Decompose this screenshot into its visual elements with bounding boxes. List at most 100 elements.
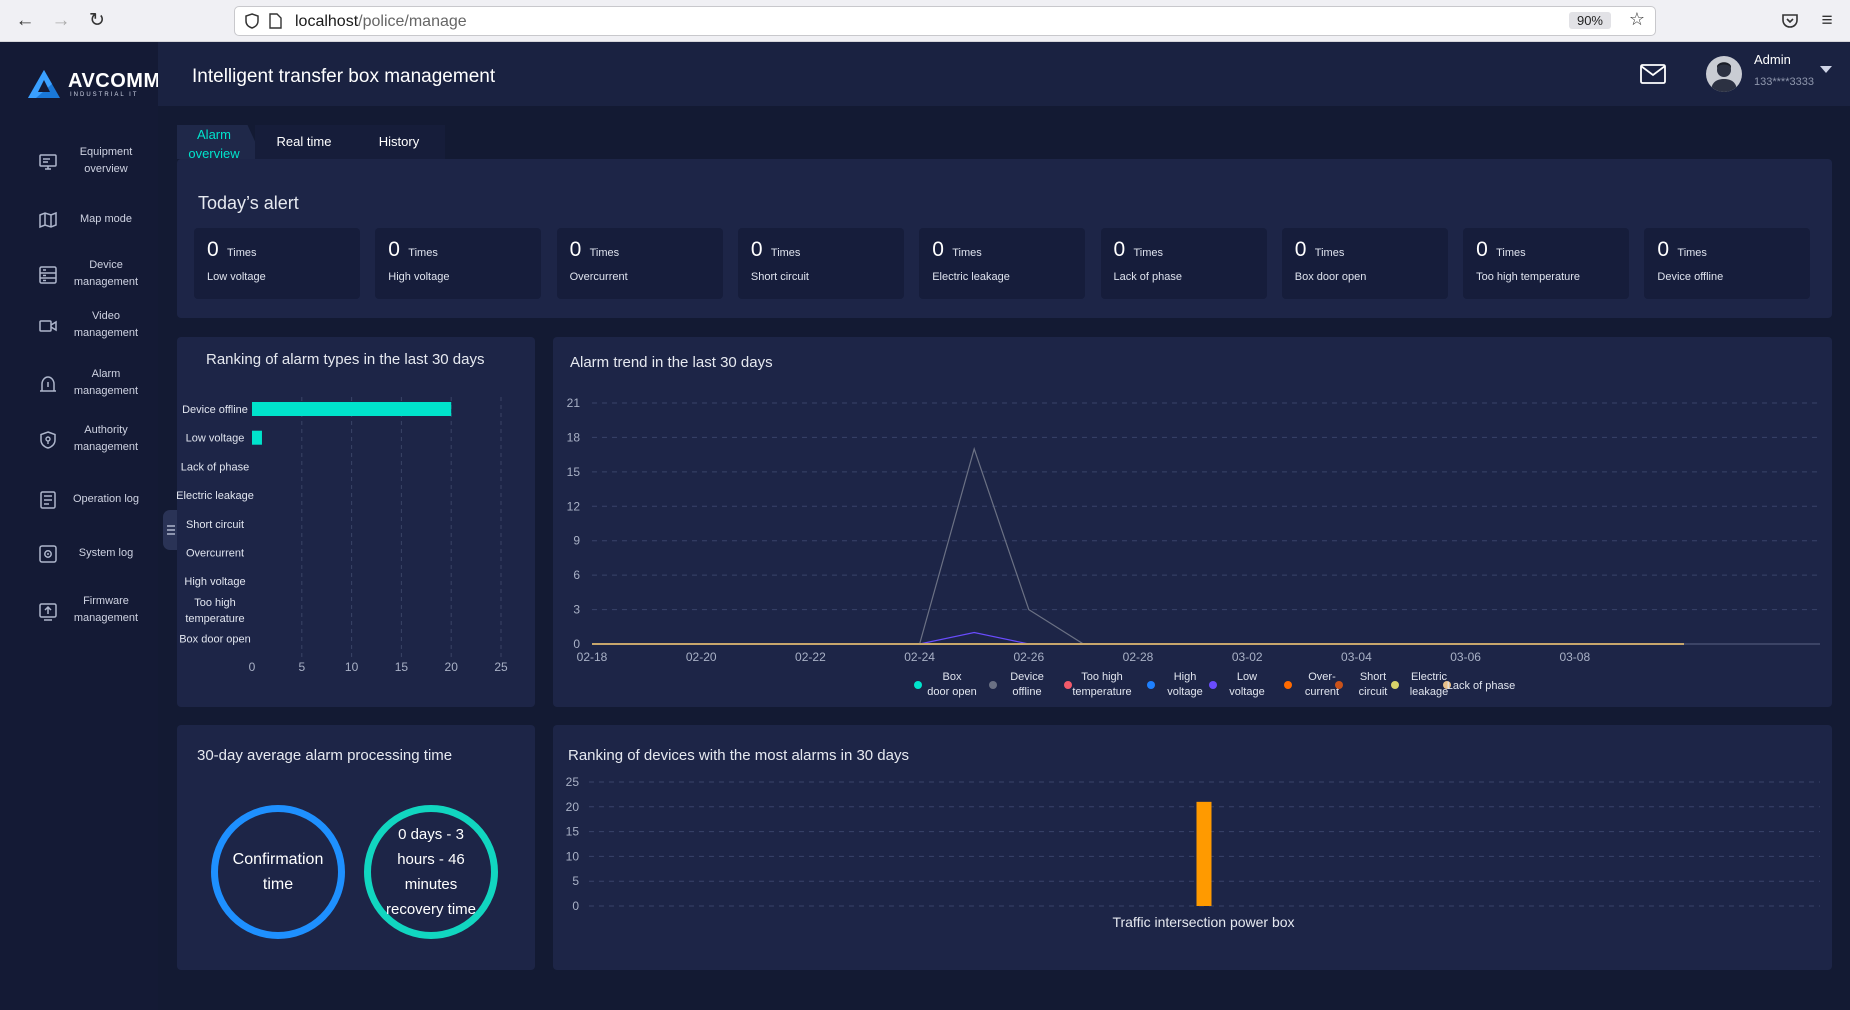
legend-marker xyxy=(989,681,997,689)
alert-card: 0 Times Box door open xyxy=(1281,228,1448,299)
alert-label: Overcurrent xyxy=(569,271,628,283)
avg-time-title: 30-day average alarm processing time xyxy=(197,747,453,764)
confirmation-time-text: Confirmation time xyxy=(232,851,324,893)
legend-label: Electric leakage xyxy=(1410,671,1449,698)
legend-label: Over-current xyxy=(1305,671,1339,698)
legend-label: Low voltage xyxy=(1229,671,1264,698)
legend-label: Too high temperature xyxy=(1072,671,1131,698)
sidebar: AVCOMM INDUSTRIAL IT Equipment overview … xyxy=(0,42,161,1010)
tick-label: 15 xyxy=(395,660,409,674)
page-title: Intelligent transfer box management xyxy=(192,66,496,87)
x-tick-label: 02-22 xyxy=(795,650,826,664)
legend-label: High voltage xyxy=(1167,671,1202,698)
sidebar-item-firmware-management[interactable]: Firmware management xyxy=(38,593,154,633)
chevron-down-icon[interactable] xyxy=(1820,66,1832,73)
top-header: Intelligent transfer box management Admi… xyxy=(158,42,1850,106)
sidebar-item-label: Map mode xyxy=(80,213,132,225)
avatar[interactable] xyxy=(1706,56,1742,92)
list-icon xyxy=(40,491,56,509)
alert-card: 0 Times Too high temperature xyxy=(1463,228,1630,299)
logo-subtitle: INDUSTRIAL IT xyxy=(70,92,139,98)
alert-unit: Times xyxy=(227,247,257,259)
alert-card: 0 Times Overcurrent xyxy=(556,228,723,299)
alert-unit: Times xyxy=(1677,247,1707,259)
tick-label: 25 xyxy=(494,660,508,674)
y-tick-label: 6 xyxy=(573,568,580,582)
tick-label: 5 xyxy=(298,660,305,674)
zoom-level[interactable]: 90% xyxy=(1568,12,1611,29)
user-name[interactable]: Admin xyxy=(1754,52,1791,67)
alert-label: Box door open xyxy=(1294,271,1367,283)
sidebar-item-device-management[interactable]: Device management xyxy=(38,257,154,297)
recovery-time-text: 0 days - 3 hours - 46 minutes recovery t… xyxy=(385,826,477,918)
reload-icon[interactable]: ↻ xyxy=(86,10,108,32)
legend-label: Device offline xyxy=(1010,671,1044,698)
alert-unit: Times xyxy=(1133,247,1164,259)
sidebar-item-alarm-management[interactable]: Alarm management xyxy=(38,366,154,406)
alert-card: 0 Times Short circuit xyxy=(737,228,904,299)
bookmark-star-icon[interactable]: ☆ xyxy=(1629,9,1645,30)
alert-count: 0 xyxy=(1294,238,1307,261)
back-icon[interactable]: ← xyxy=(14,10,36,32)
category-label: Lack of phase xyxy=(181,461,250,473)
x-tick-label: 03-06 xyxy=(1450,650,1481,664)
today-alert-title: Today’s alert xyxy=(198,193,299,213)
alert-card: 0 Times Low voltage xyxy=(194,228,360,299)
legend-item: Too high temperature xyxy=(1064,671,1132,698)
sidebar-item-equipment-overview[interactable]: Equipment overview xyxy=(38,144,154,184)
recovery-time-ring: 0 days - 3 hours - 46 minutes recovery t… xyxy=(364,805,498,939)
today-alert-panel: Today’s alert 0 Times Low voltage 0 Times Hig… xyxy=(177,159,1832,318)
sidebar-item-video-management[interactable]: Video management xyxy=(38,308,154,348)
mail-icon[interactable] xyxy=(1640,64,1666,84)
tick-label: 20 xyxy=(445,660,459,674)
alert-count: 0 xyxy=(932,238,944,261)
sidebar-item-label: System log xyxy=(78,547,134,559)
x-tick-label: 02-28 xyxy=(1123,650,1154,664)
map-icon xyxy=(39,211,57,229)
user-icon xyxy=(1711,62,1737,92)
alert-card: 0 Times Device offline xyxy=(1644,228,1811,299)
sidebar-item-authority-management[interactable]: Authority management xyxy=(38,422,154,462)
url-text[interactable]: localhost/police/manage xyxy=(295,13,467,31)
y-tick-label: 20 xyxy=(566,800,580,814)
menu-icon[interactable]: ≡ xyxy=(1816,10,1838,32)
legend-marker xyxy=(1335,681,1343,689)
tick-label: 10 xyxy=(345,660,359,674)
y-tick-label: 21 xyxy=(567,396,581,410)
sidebar-item-label: Authority management xyxy=(73,424,139,453)
alarm-type-ranking-chart: 0 5 10 15 20 25 Device offline Low voltage Lack … xyxy=(177,397,508,674)
legend-marker xyxy=(914,681,922,689)
bar xyxy=(1196,801,1212,906)
logo-mark-icon xyxy=(28,70,60,98)
confirmation-time-ring: Confirmation time xyxy=(211,805,345,939)
forward-icon[interactable]: → xyxy=(50,10,72,32)
gear-icon xyxy=(39,545,57,563)
sidebar-item-operation-log[interactable]: Operation log xyxy=(38,482,154,522)
sidebar-item-system-log[interactable]: System log xyxy=(38,536,154,576)
device-ranking-chart: 0 5 10 15 20 25 Traffic intersection power box xyxy=(566,775,1820,930)
legend-item: Device offline xyxy=(989,671,1044,698)
y-tick-label: 15 xyxy=(566,825,580,839)
series-line xyxy=(592,446,1684,645)
tab-alarm-overview[interactable]: Alarm overview xyxy=(177,125,263,159)
category-label: Device offline xyxy=(182,404,248,416)
logo-brand: AVCOMM xyxy=(68,70,161,92)
device-ranking-panel: Ranking of devices with the most alarms … xyxy=(553,725,1832,970)
y-tick-label: 0 xyxy=(573,637,580,651)
pocket-icon[interactable] xyxy=(1780,11,1800,31)
sidebar-item-map-mode[interactable]: Map mode xyxy=(38,202,154,242)
alert-card: 0 Times High voltage xyxy=(375,228,542,299)
alert-count: 0 xyxy=(1476,238,1488,261)
alert-label: Short circuit xyxy=(750,271,809,283)
page-icon xyxy=(269,13,282,29)
alert-card: 0 Times Electric leakage xyxy=(919,228,1086,299)
sidebar-collapse-handle[interactable] xyxy=(163,510,178,550)
alert-count: 0 xyxy=(388,238,400,261)
tab-real-time[interactable]: Real time xyxy=(255,125,353,159)
category-label: Too high xyxy=(194,597,236,609)
alert-label: High voltage xyxy=(388,271,450,283)
alert-count: 0 xyxy=(569,238,582,261)
alert-unit: Times xyxy=(589,247,620,259)
url-bar[interactable]: localhost/police/manage 90% ☆ xyxy=(234,6,1656,36)
tab-history[interactable]: History xyxy=(353,125,445,159)
